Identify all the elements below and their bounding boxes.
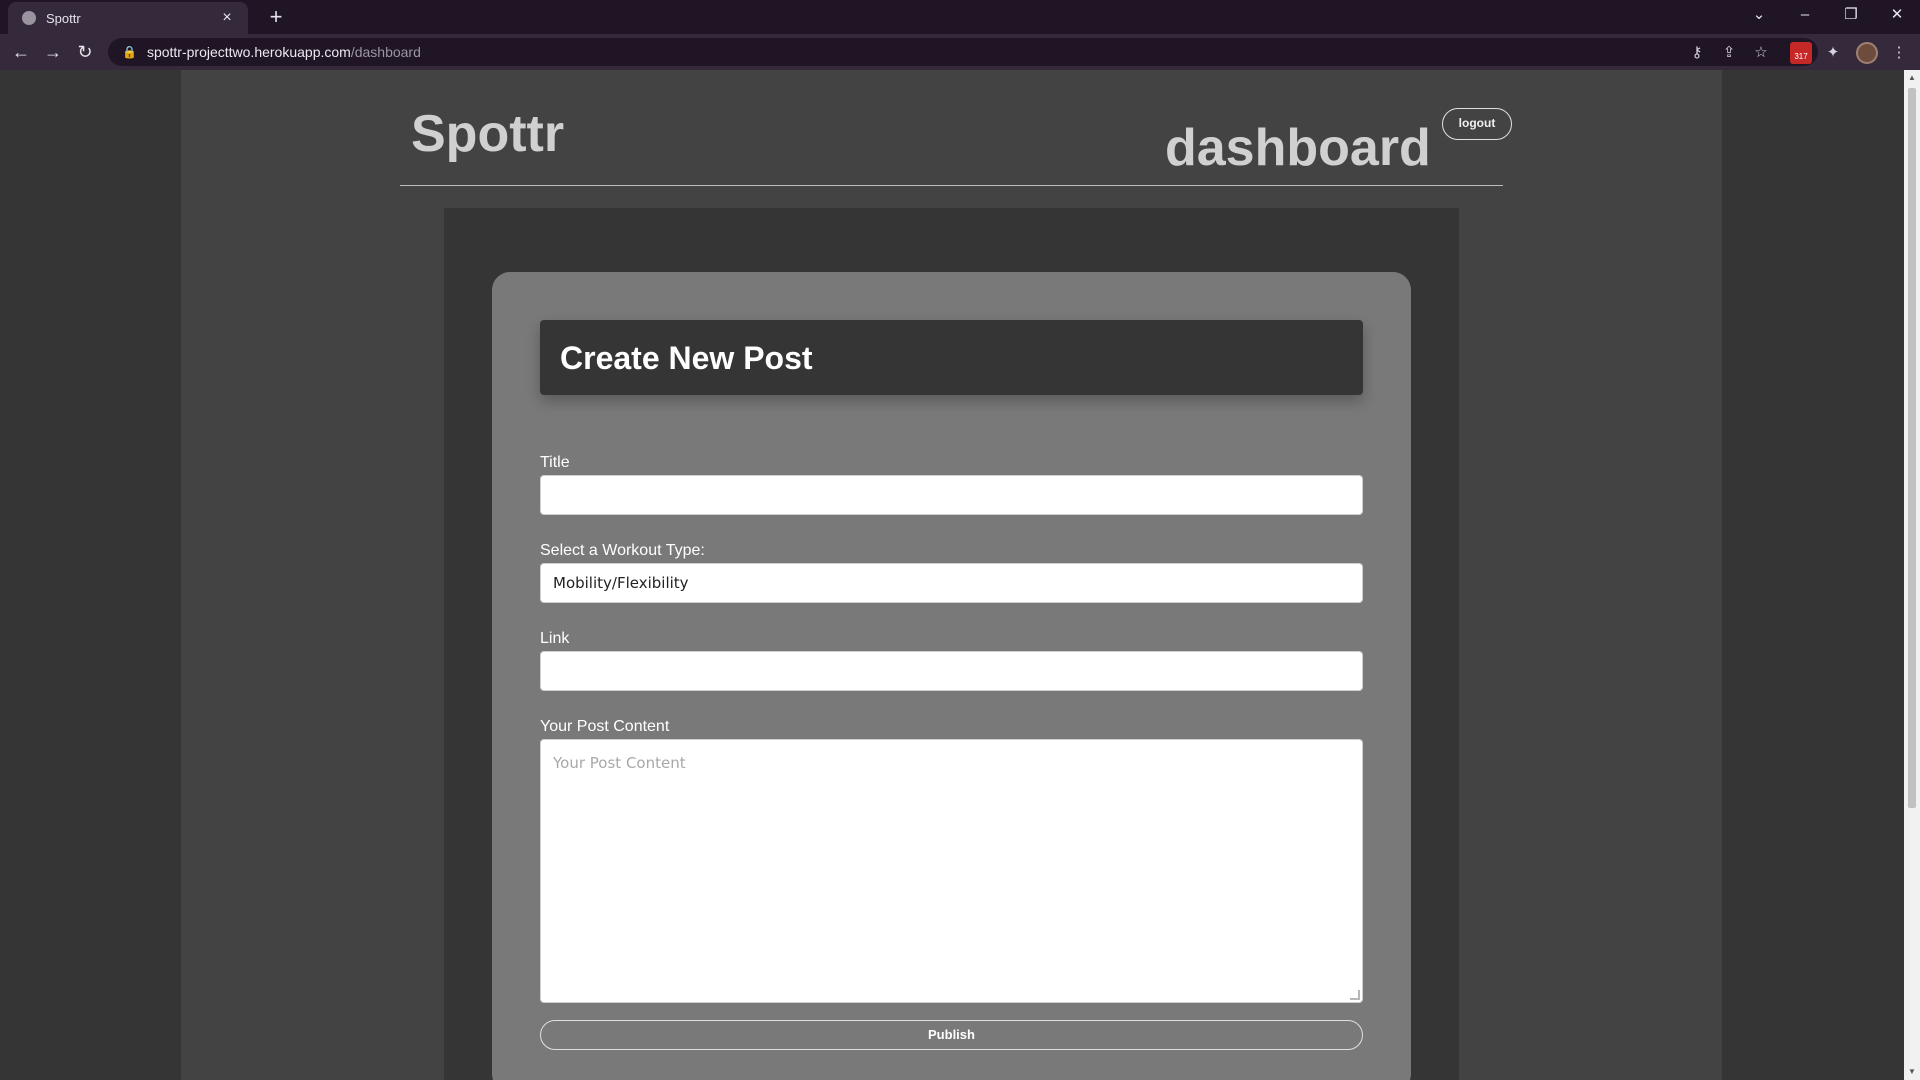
card-heading: Create New Post (560, 340, 813, 376)
kebab-menu-icon[interactable]: ⋮ (1888, 42, 1910, 64)
share-icon[interactable]: ⇪ (1718, 42, 1740, 64)
scroll-thumb[interactable] (1908, 88, 1916, 808)
lock-icon: 🔒 (122, 45, 137, 59)
workout-type-select[interactable]: Mobility/Flexibility (540, 563, 1363, 603)
tab-title: Spottr (46, 10, 81, 26)
arrow-right-icon[interactable]: → (40, 40, 66, 64)
link-input[interactable] (540, 651, 1363, 691)
page-viewport: Spottr dashboard logout Create New Post … (0, 70, 1904, 1080)
restore-button[interactable]: ❐ (1828, 0, 1874, 30)
create-post-card: Create New Post Title Select a Workout T… (492, 272, 1411, 1080)
page-scrollbar[interactable]: ▲ ▼ (1904, 70, 1920, 1080)
dashboard-panel: Create New Post Title Select a Workout T… (444, 208, 1459, 1080)
scroll-down-icon[interactable]: ▼ (1904, 1064, 1920, 1080)
tab-search-icon[interactable]: ⌄ (1736, 0, 1782, 30)
browser-toolbar: ← → ↻ 🔒 spottr-projecttwo.herokuapp.com /… (0, 34, 1920, 70)
browser-tab[interactable]: Spottr × (8, 2, 248, 34)
site-header: Spottr dashboard logout (400, 70, 1512, 186)
arrow-left-icon[interactable]: ← (8, 40, 34, 64)
key-icon[interactable]: ⚷ (1686, 42, 1708, 64)
content-placeholder: Your Post Content (553, 754, 686, 772)
address-bar[interactable]: 🔒 spottr-projecttwo.herokuapp.com/dashbo… (108, 38, 1818, 66)
resize-handle-icon[interactable] (1350, 990, 1360, 1000)
content-textarea[interactable]: Your Post Content (540, 739, 1363, 1003)
reload-icon[interactable]: ↻ (72, 40, 98, 64)
url-path: /dashboard (350, 44, 421, 60)
extension-badge[interactable]: 317 (1790, 42, 1812, 64)
browser-tabstrip: Spottr × + ⌄ – ❐ ✕ (0, 0, 1920, 34)
globe-icon (22, 11, 36, 25)
close-window-button[interactable]: ✕ (1874, 0, 1920, 30)
page-title: dashboard (1165, 119, 1431, 177)
logout-button[interactable]: logout (1442, 108, 1512, 140)
minimize-button[interactable]: – (1782, 0, 1828, 30)
new-tab-button[interactable]: + (262, 4, 290, 30)
card-header: Create New Post (540, 320, 1363, 395)
workout-type-label: Select a Workout Type: (540, 542, 705, 559)
content-label: Your Post Content (540, 718, 670, 735)
title-input[interactable] (540, 475, 1363, 515)
scroll-up-icon[interactable]: ▲ (1904, 70, 1920, 86)
link-label: Link (540, 630, 570, 647)
puzzle-icon[interactable]: ✦ (1822, 42, 1844, 64)
title-label: Title (540, 454, 570, 471)
avatar[interactable] (1856, 42, 1878, 64)
url-host: spottr-projecttwo.herokuapp.com (146, 44, 351, 60)
close-tab-icon[interactable]: × (218, 9, 236, 27)
star-icon[interactable]: ☆ (1750, 42, 1772, 64)
page-container: Spottr dashboard logout Create New Post … (181, 70, 1722, 1080)
brand-logo[interactable]: Spottr (411, 104, 564, 164)
publish-button[interactable]: Publish (540, 1020, 1363, 1050)
